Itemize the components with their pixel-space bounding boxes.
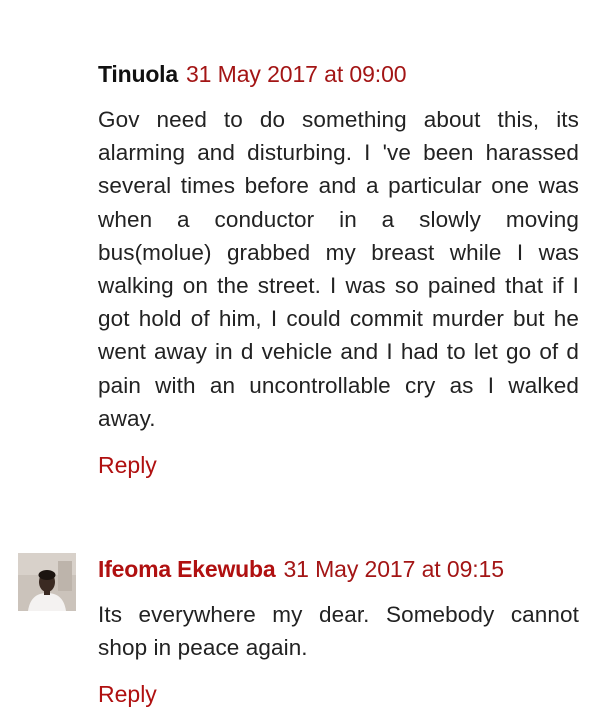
comment-author: Tinuola bbox=[98, 61, 178, 87]
comment-body: Gov need to do something about this, its… bbox=[98, 107, 579, 431]
comment-timestamp-link[interactable]: 31 May 2017 at 09:15 bbox=[283, 556, 504, 582]
comment-body: Its everywhere my dear. Somebody cannot … bbox=[98, 602, 579, 661]
comment-header: Ifeoma Ekewuba 31 May 2017 at 09:15 bbox=[98, 551, 504, 587]
reply-link[interactable]: Reply bbox=[98, 678, 157, 710]
user-photo-icon bbox=[18, 553, 76, 611]
comment-header: Tinuola 31 May 2017 at 09:00 bbox=[98, 56, 407, 92]
comment-timestamp-link[interactable]: 31 May 2017 at 09:00 bbox=[186, 61, 407, 87]
reply-link[interactable]: Reply bbox=[98, 449, 157, 481]
comment-author-link[interactable]: Ifeoma Ekewuba bbox=[98, 556, 276, 582]
user-photo-avatar[interactable] bbox=[18, 553, 76, 611]
